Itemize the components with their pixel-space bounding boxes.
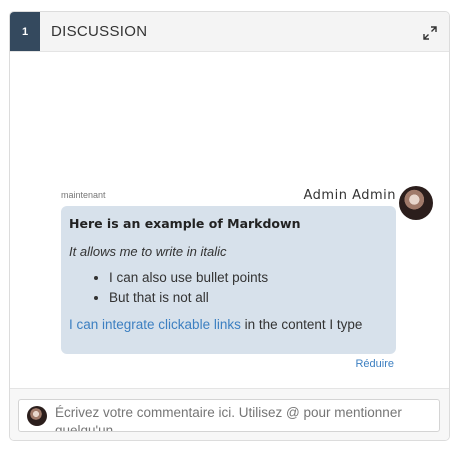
comment-input-box[interactable] [18,399,440,432]
message-link-line: I can integrate clickable links in the c… [69,317,388,332]
author-avatar [399,186,433,220]
message-heading: Here is an example of Markdown [69,216,301,231]
comment-timestamp: maintenant [61,190,106,200]
comment-meta: maintenant Admin Admin [61,188,396,205]
comment-author: Admin Admin [303,188,396,203]
message-trailing-text: in the content I type [240,317,363,332]
composer-avatar [27,406,47,426]
panel-title: DISCUSSION [51,23,148,40]
step-number-badge: 1 [10,12,40,51]
expand-icon[interactable] [423,25,437,40]
message-bullet-list: I can also use bullet points But that is… [69,268,388,308]
comment-input[interactable] [55,404,435,431]
message-link[interactable]: I can integrate clickable links [69,317,241,332]
list-item: I can also use bullet points [109,268,388,288]
list-item: But that is not all [109,288,388,308]
discussion-panel: 1 DISCUSSION maintenant Admin Admin Here… [9,11,450,441]
collapse-link[interactable]: Réduire [355,358,394,370]
comment-bubble: Here is an example of Markdown It allows… [61,206,396,354]
panel-header: 1 DISCUSSION [10,12,449,52]
comment-composer [10,388,449,440]
message-italic-text: It allows me to write in italic [69,244,227,259]
